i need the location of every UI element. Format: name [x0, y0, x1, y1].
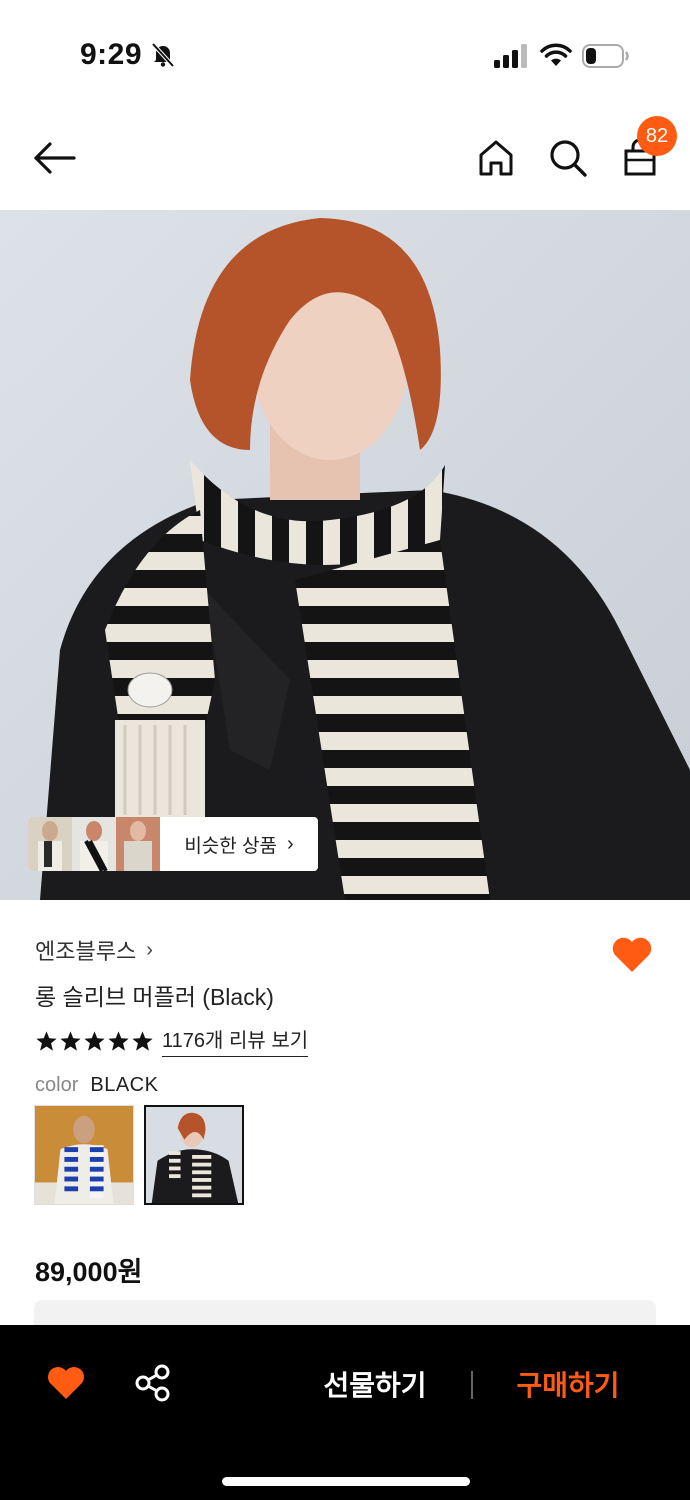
bell-slash-icon: [151, 42, 175, 68]
share-icon[interactable]: [134, 1363, 172, 1403]
similar-products-button[interactable]: 비슷한 상품 ›: [28, 817, 318, 871]
rating-stars: [35, 1030, 154, 1052]
view-reviews-link[interactable]: 1176개 리뷰 보기: [162, 1024, 309, 1057]
divider: [471, 1371, 473, 1399]
star-icon: [36, 1030, 57, 1051]
similar-products-thumbnails: [28, 817, 160, 871]
star-icon: [84, 1030, 105, 1051]
brand-name: 엔조블루스: [35, 939, 137, 964]
chevron-right-icon: ›: [146, 938, 153, 961]
similar-products-label: 비슷한 상품 ›: [160, 817, 318, 871]
status-bar: 9:29: [0, 0, 690, 110]
wifi-icon: [540, 43, 572, 66]
model-photo: [0, 210, 690, 900]
product-price: 89,000원: [35, 1257, 143, 1287]
color-option-blue[interactable]: [34, 1105, 134, 1205]
blue-stripe-thumbnail: [35, 1106, 133, 1204]
chevron-right-icon: ›: [287, 832, 294, 855]
back-arrow-icon[interactable]: [32, 138, 78, 178]
color-value: BLACK: [90, 1074, 159, 1096]
color-label: color: [35, 1074, 79, 1096]
buy-button[interactable]: 구매하기: [496, 1357, 640, 1411]
battery-icon: [582, 44, 629, 68]
brand-link[interactable]: 엔조블루스 ›: [35, 934, 153, 966]
cellular-signal-icon: [494, 44, 527, 68]
color-row: color BLACK: [35, 1074, 158, 1097]
similar-thumbnail: [116, 817, 160, 871]
color-option-black[interactable]: [144, 1105, 244, 1205]
gift-button[interactable]: 선물하기: [300, 1357, 450, 1411]
star-icon: [132, 1030, 153, 1051]
cart-count-badge: 82: [637, 116, 677, 156]
heart-icon[interactable]: [46, 1365, 86, 1401]
product-name: 롱 슬리브 머플러 (Black): [35, 984, 274, 1010]
star-icon: [108, 1030, 129, 1051]
search-icon[interactable]: [546, 136, 590, 180]
wishlist-heart-icon[interactable]: [610, 934, 654, 974]
rating-row: 1176개 리뷰 보기: [35, 1024, 309, 1057]
bottom-action-bar: 선물하기 구매하기: [0, 1325, 690, 1500]
similar-thumbnail: [72, 817, 116, 871]
star-icon: [60, 1030, 81, 1051]
similar-products-text: 비슷한 상품: [184, 835, 277, 857]
app-header: [0, 110, 690, 210]
black-stripe-thumbnail: [146, 1107, 242, 1203]
home-indicator[interactable]: [222, 1477, 470, 1486]
home-icon[interactable]: [474, 136, 518, 180]
status-time: 9:29: [80, 38, 143, 71]
product-main-image[interactable]: [0, 210, 690, 900]
similar-thumbnail: [28, 817, 72, 871]
